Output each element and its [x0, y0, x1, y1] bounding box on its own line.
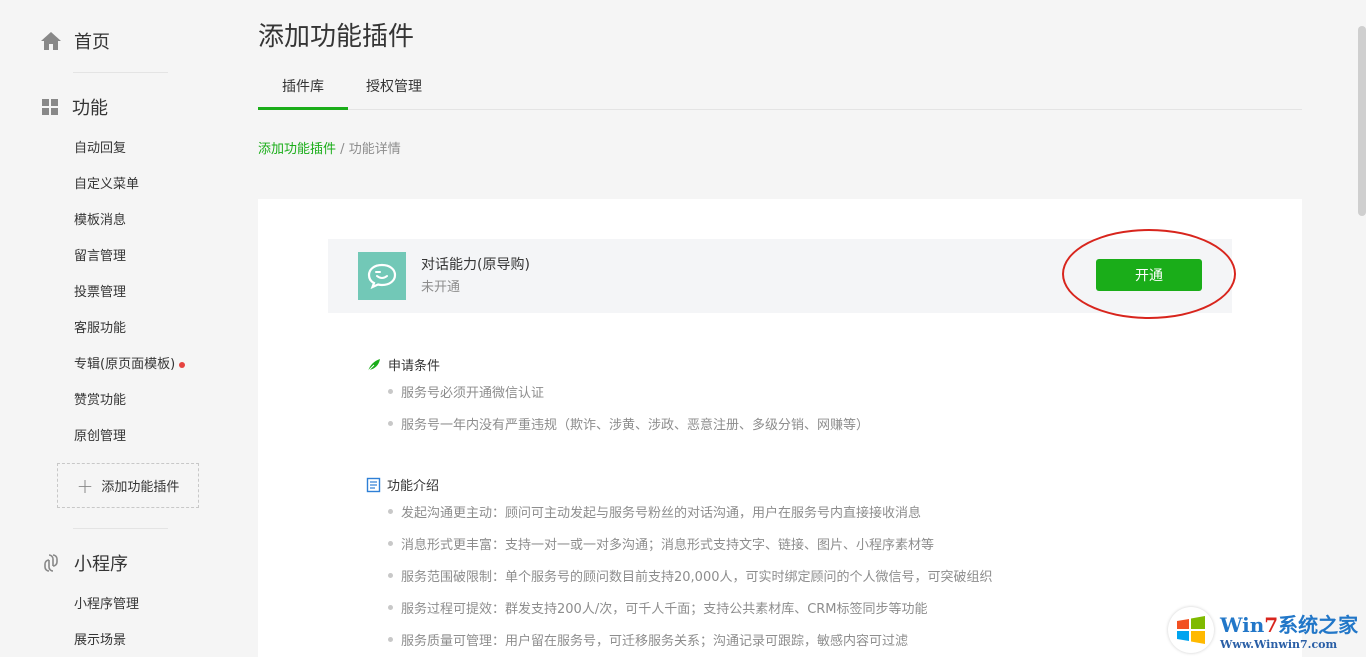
link-icon — [44, 554, 58, 572]
watermark: Win7系统之家 Www.Winwin7.com — [1168, 606, 1364, 654]
sidebar-item-original[interactable]: 原创管理 — [74, 427, 126, 447]
sidebar-item-label: 自定义菜单 — [74, 177, 140, 192]
plugin-status: 未开通 — [421, 280, 461, 295]
sidebar-section-features: 功能 — [40, 94, 108, 120]
intro-title: 功能介绍 — [366, 475, 439, 494]
sidebar-item-label: 投票管理 — [74, 285, 127, 300]
bullet-dot — [388, 573, 393, 578]
tab-authorization[interactable]: 授权管理 — [358, 70, 430, 110]
sidebar-item-voting[interactable]: 投票管理 — [74, 283, 126, 303]
sidebar-item-comments[interactable]: 留言管理 — [74, 247, 126, 267]
sidebar-item-label: 模板消息 — [74, 213, 127, 228]
sidebar-item-custom-menu[interactable]: 自定义菜单 — [74, 175, 139, 195]
watermark-brand: Win7系统之家 — [1220, 609, 1358, 638]
sidebar-divider — [73, 528, 168, 529]
page-title: 添加功能插件 — [258, 22, 415, 52]
sidebar-item-auto-reply[interactable]: 自动回复 — [74, 139, 126, 159]
bullet-dot — [388, 389, 393, 394]
enable-button[interactable]: 开通 — [1096, 259, 1202, 291]
breadcrumb-separator: / — [340, 142, 345, 157]
watermark-text: Win7系统之家 Www.Winwin7.com — [1220, 609, 1358, 651]
sidebar-divider — [73, 72, 168, 73]
sidebar-item-reward[interactable]: 赞赏功能 — [74, 391, 126, 411]
sidebar-item-template-message[interactable]: 模板消息 — [74, 211, 126, 231]
list-item: 服务过程可提效：群发支持200人/次，可千人千面；支持公共素材库、CRM标签同步… — [388, 598, 928, 617]
list-item: 服务范围破限制：单个服务号的顾问数目前支持20,000人，可实时绑定顾问的个人微… — [388, 566, 1051, 585]
bullet-dot — [388, 509, 393, 514]
notification-dot — [179, 362, 186, 368]
add-plugin-label: 添加功能插件 — [101, 480, 180, 495]
sidebar-item-miniprogram-manage[interactable]: 小程序管理 — [74, 595, 139, 615]
sidebar: 首页 功能 自动回复 自定义菜单 模板消息 留言管理 投票管理 客服功能 专辑(… — [0, 0, 240, 657]
vertical-scrollbar[interactable] — [1358, 26, 1366, 216]
list-item-text: 服务质量可管理：用户留在服务号，可迁移服务关系；沟通记录可跟踪，敏感内容可过滤 — [401, 634, 909, 649]
sidebar-item-label: 自动回复 — [74, 141, 127, 156]
list-item-text: 消息形式更丰富：支持一对一或一对多沟通；消息形式支持文字、链接、图片、小程序素材… — [401, 538, 935, 553]
sidebar-item-album[interactable]: 专辑(原页面模板) — [74, 355, 186, 375]
brand-pre: Win — [1220, 613, 1265, 637]
plugin-detail-card: 对话能力(原导购) 未开通 开通 申请条件 服务号必须开通微信认证 服务号一年内… — [258, 199, 1302, 657]
list-item-text: 服务范围破限制：单个服务号的顾问数目前支持20,000人，可实时绑定顾问的个人微… — [401, 570, 993, 585]
list-item-text: 服务号一年内没有严重违规（欺诈、涉黄、涉政、恶意注册、多级分销、网赚等） — [401, 418, 870, 433]
windows-logo-icon — [1168, 607, 1214, 653]
tab-bar: 插件库 授权管理 — [258, 70, 1302, 110]
breadcrumb-current: 功能详情 — [348, 142, 401, 157]
requirements-title: 申请条件 — [366, 355, 440, 374]
grid-icon — [42, 99, 58, 115]
sidebar-miniprogram-label: 小程序 — [74, 554, 128, 575]
brand-num: 7 — [1264, 613, 1279, 637]
watermark-url: Www.Winwin7.com — [1220, 638, 1338, 651]
list-item-text: 服务号必须开通微信认证 — [401, 386, 545, 401]
list-item: 服务质量可管理：用户留在服务号，可迁移服务关系；沟通记录可跟踪，敏感内容可过滤 — [388, 630, 908, 649]
tab-plugin-library[interactable]: 插件库 — [258, 70, 348, 110]
list-item: 消息形式更丰富：支持一对一或一对多沟通；消息形式支持文字、链接、图片、小程序素材… — [388, 534, 934, 553]
bullet-dot — [388, 637, 393, 642]
tab-label: 授权管理 — [366, 79, 422, 95]
sidebar-item-scenes[interactable]: 展示场景 — [74, 631, 126, 651]
sidebar-item-customer-service[interactable]: 客服功能 — [74, 319, 126, 339]
bullet-dot — [388, 605, 393, 610]
plugin-header: 对话能力(原导购) 未开通 开通 — [328, 239, 1232, 313]
sidebar-item-label: 赞赏功能 — [74, 393, 127, 408]
breadcrumb: 添加功能插件 / 功能详情 — [258, 138, 401, 157]
sidebar-item-label: 小程序管理 — [74, 597, 140, 612]
sidebar-home-label: 首页 — [74, 32, 110, 53]
list-item: 发起沟通更主动：顾问可主动发起与服务号粉丝的对话沟通，用户在服务号内直接接收消息 — [388, 502, 921, 521]
tab-label: 插件库 — [282, 79, 324, 95]
sidebar-item-home[interactable]: 首页 — [40, 28, 110, 54]
sidebar-item-label: 留言管理 — [74, 249, 127, 264]
chat-bubble-icon — [358, 252, 406, 300]
plus-icon: + — [76, 473, 94, 498]
home-icon — [41, 32, 61, 50]
list-item-text: 服务过程可提效：群发支持200人/次，可千人千面；支持公共素材库、CRM标签同步… — [401, 602, 928, 617]
sidebar-item-label: 专辑(原页面模板) — [74, 357, 176, 372]
sidebar-features-label: 功能 — [72, 98, 108, 119]
list-item-text: 发起沟通更主动：顾问可主动发起与服务号粉丝的对话沟通，用户在服务号内直接接收消息 — [401, 506, 922, 521]
list-item: 服务号一年内没有严重违规（欺诈、涉黄、涉政、恶意注册、多级分销、网赚等） — [388, 414, 869, 433]
section-title-label: 功能介绍 — [387, 479, 440, 494]
sidebar-section-miniprogram: 小程序 — [40, 550, 128, 576]
bullet-dot — [388, 421, 393, 426]
list-item: 服务号必须开通微信认证 — [388, 382, 544, 401]
sidebar-item-label: 原创管理 — [74, 429, 127, 444]
breadcrumb-link[interactable]: 添加功能插件 — [258, 142, 336, 157]
document-icon — [366, 477, 381, 492]
leaf-icon — [367, 358, 380, 371]
sidebar-item-label: 展示场景 — [74, 633, 127, 648]
bullet-dot — [388, 541, 393, 546]
brand-post: 系统之家 — [1278, 613, 1359, 637]
add-plugin-button[interactable]: + 添加功能插件 — [57, 463, 199, 508]
section-title-label: 申请条件 — [388, 359, 441, 374]
sidebar-item-label: 客服功能 — [74, 321, 127, 336]
plugin-name: 对话能力(原导购) — [421, 257, 530, 273]
